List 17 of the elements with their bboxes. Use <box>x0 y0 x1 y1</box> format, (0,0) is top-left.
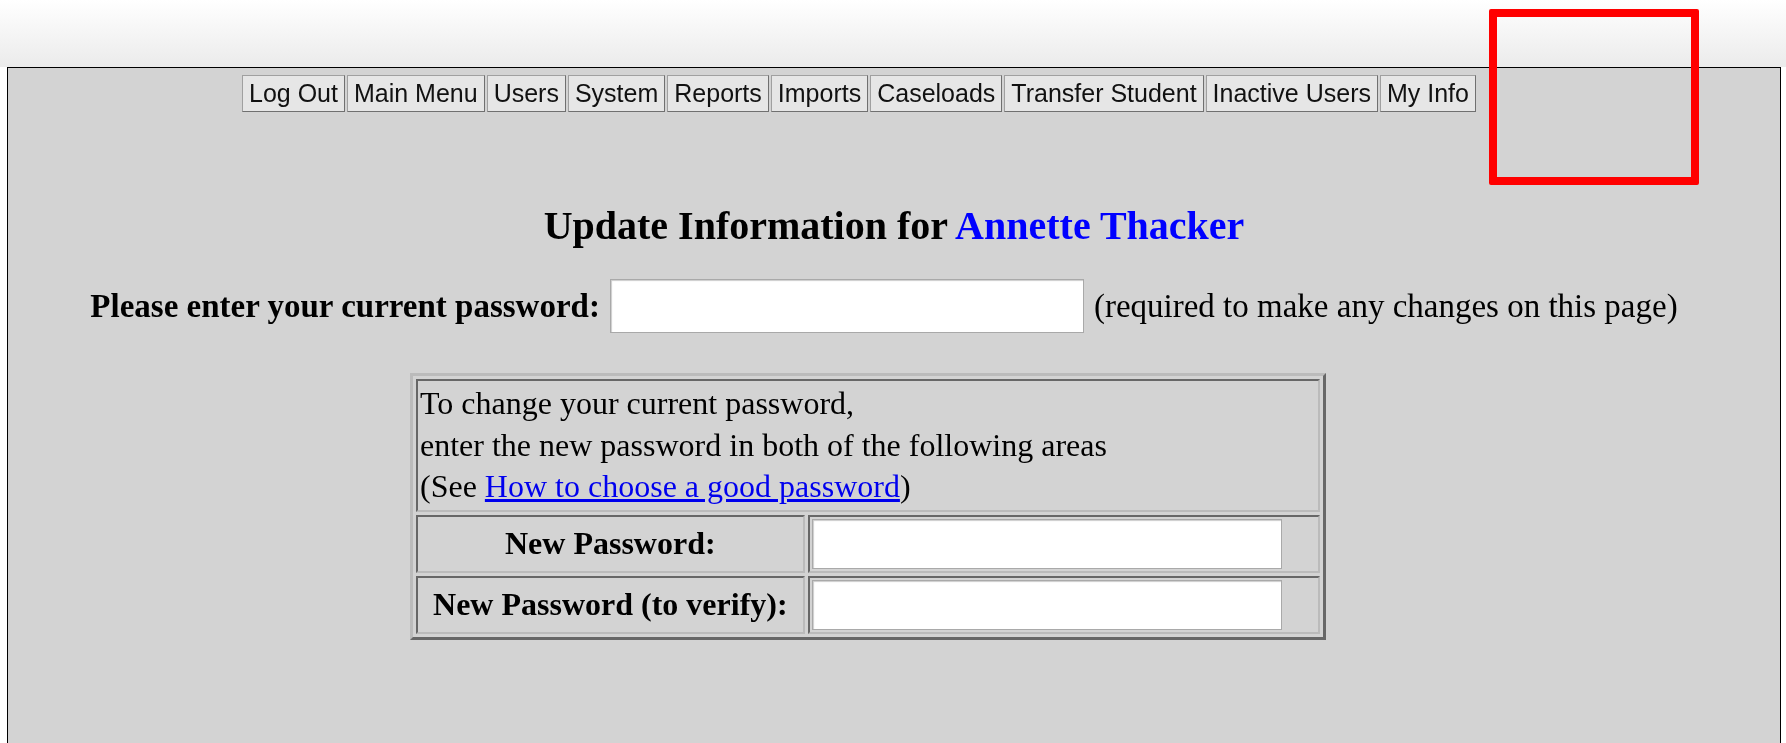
nav-button[interactable]: Users <box>486 75 566 112</box>
nav-button[interactable]: Main Menu <box>346 75 485 112</box>
nav-button[interactable]: Imports <box>770 75 869 112</box>
nav-button[interactable]: Reports <box>667 75 769 112</box>
nav-button[interactable]: Log Out <box>242 75 345 112</box>
nav-button[interactable]: Inactive Users <box>1205 75 1378 112</box>
field-label: New Password: <box>505 525 716 562</box>
field-label: Please enter your current password: <box>90 287 600 325</box>
page-heading: Update Information for Annette Thacker <box>542 202 1246 249</box>
help-link[interactable]: How to choose a good password <box>484 468 900 505</box>
nav-button[interactable]: Caseloads <box>870 75 1003 112</box>
note-text: (required to make any changes on this page) <box>1093 287 1678 325</box>
instruction-text: To change your current password, enter the new password in both of the following areas (See How to choose a good password) <box>420 384 1108 507</box>
nav-button[interactable]: Transfer Student <box>1004 75 1204 112</box>
field-label: New Password (to verify): <box>433 586 788 623</box>
nav-button[interactable]: System <box>567 75 666 112</box>
nav-button[interactable]: My Info <box>1380 75 1476 112</box>
